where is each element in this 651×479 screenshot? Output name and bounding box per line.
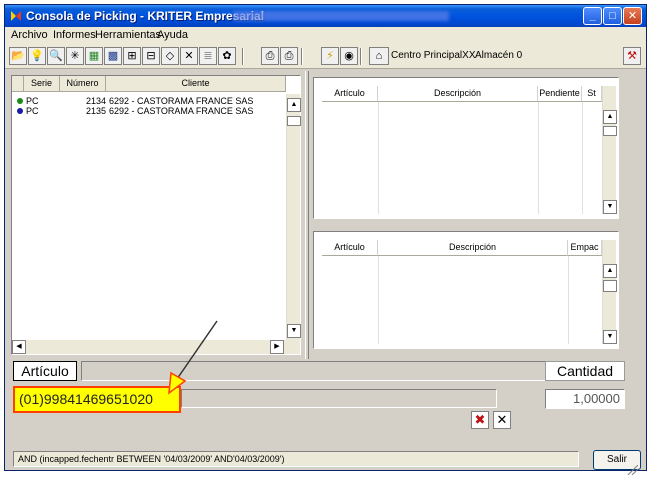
menu-informes[interactable]: Informes: [53, 29, 96, 41]
scroll-up-icon[interactable]: ▲: [603, 110, 617, 124]
cross-icon[interactable]: ✕: [180, 47, 198, 65]
almacen-label: Almacén 0: [475, 50, 523, 61]
stamp-icon[interactable]: ✿: [218, 47, 236, 65]
orders-list[interactable]: Serie Número Cliente PC 2134 6292 - CAST…: [11, 75, 301, 355]
orders-vscroll[interactable]: ▲ ▼: [286, 94, 301, 340]
status-dot: [17, 98, 23, 104]
cliente-cell: 6292 - CASTORAMA FRANCE SAS: [109, 96, 254, 106]
articulo-description-field: [81, 361, 591, 381]
col-empac[interactable]: Empac: [568, 240, 602, 256]
scroll-left-icon[interactable]: ◀: [12, 340, 26, 354]
scroll-thumb[interactable]: [603, 126, 617, 136]
col-pendiente[interactable]: Pendiente: [538, 86, 582, 102]
open-folder-icon[interactable]: 📂: [9, 47, 27, 65]
redacted-title-info: [233, 11, 449, 21]
monitor-icon[interactable]: ⌂: [369, 47, 389, 65]
col-numero[interactable]: Número: [60, 76, 106, 92]
scroll-down-icon[interactable]: ▼: [603, 330, 617, 344]
minimize-button[interactable]: _: [583, 7, 602, 25]
numero-cell: 2134: [85, 96, 106, 106]
grid-icon[interactable]: ▦: [85, 47, 103, 65]
col-serie[interactable]: Serie: [24, 76, 60, 92]
status-dot: [17, 108, 23, 114]
stack-icon[interactable]: ≣: [199, 47, 217, 65]
barcode-input[interactable]: (01)99841469651020: [13, 386, 181, 413]
lines-grid[interactable]: Artículo Descripción Pendiente St ▲ ▼: [313, 77, 619, 219]
scroll-thumb[interactable]: [287, 116, 301, 126]
packages-vscroll[interactable]: ▲ ▼: [602, 240, 617, 344]
scroll-right-icon[interactable]: ▶: [270, 340, 284, 354]
cancel-icon[interactable]: ✕: [493, 411, 511, 429]
app-icon: [11, 11, 21, 21]
cantidad-label: Cantidad: [545, 361, 625, 381]
packages-grid[interactable]: Artículo Descripción Empac ▲ ▼: [313, 231, 619, 349]
printer-icon-2[interactable]: ⎙: [280, 47, 298, 65]
toolbar: 📂 💡 🔍 ✳ ▦ ▩ ⊞ ⊟ ◇ ✕ ≣ ✿ ⎙ ⎙ ⚡ ◉ ⌂ Centro…: [5, 44, 646, 69]
scroll-down-icon[interactable]: ▼: [603, 200, 617, 214]
annotation-arrow: [168, 320, 218, 395]
sparkle-icon[interactable]: ✳: [66, 47, 84, 65]
tool-icon[interactable]: ⚒: [623, 47, 641, 65]
cliente-cell: 6292 - CASTORAMA FRANCE SAS: [109, 106, 254, 116]
scroll-down-icon[interactable]: ▼: [287, 324, 301, 338]
menu-ayuda[interactable]: Ayuda: [157, 29, 188, 41]
col-descripcion[interactable]: Descripción: [378, 240, 568, 256]
tree-icon-2[interactable]: ⊟: [142, 47, 160, 65]
serie-cell: PC: [26, 96, 39, 106]
splitter[interactable]: [305, 71, 309, 359]
cantidad-input[interactable]: 1,00000: [545, 389, 625, 409]
serie-cell: PC: [26, 106, 39, 116]
col-articulo[interactable]: Artículo: [322, 86, 378, 102]
lightning-icon[interactable]: ⚡: [321, 47, 339, 65]
filter-status: AND (incapped.fechentr BETWEEN '04/03/20…: [13, 451, 579, 467]
menu-archivo[interactable]: Archivo: [11, 29, 48, 41]
table-row[interactable]: PC 2135 6292 - CASTORAMA FRANCE SAS: [12, 106, 284, 116]
maximize-button[interactable]: □: [603, 7, 622, 25]
menu-herramientas[interactable]: Herramientas: [95, 29, 161, 41]
scroll-up-icon[interactable]: ▲: [603, 264, 617, 278]
menu-bar: Archivo Informes Herramientas Ayuda: [5, 27, 646, 44]
col-articulo[interactable]: Artículo: [322, 240, 378, 256]
lightbulb-icon[interactable]: 💡: [28, 47, 46, 65]
window-title: Consola de Picking - KRITER Empresarial: [26, 9, 265, 23]
calendar-grid-icon[interactable]: ▩: [104, 47, 122, 65]
printer-icon[interactable]: ⎙: [261, 47, 279, 65]
eraser-icon[interactable]: ◇: [161, 47, 179, 65]
delete-icon[interactable]: ✖: [471, 411, 489, 429]
col-cliente[interactable]: Cliente: [106, 76, 286, 92]
resize-grip-icon[interactable]: [626, 465, 638, 475]
col-st[interactable]: St: [582, 86, 602, 102]
title-bar[interactable]: Consola de Picking - KRITER Empresarial …: [5, 5, 646, 27]
disk-icon[interactable]: ◉: [340, 47, 358, 65]
table-row[interactable]: PC 2134 6292 - CASTORAMA FRANCE SAS: [12, 96, 284, 106]
centro-label: Centro PrincipalXX: [391, 50, 476, 61]
scroll-thumb[interactable]: [603, 280, 617, 292]
orders-hscroll[interactable]: ◀ ▶: [12, 340, 300, 354]
preview-icon[interactable]: 🔍: [47, 47, 65, 65]
tree-icon[interactable]: ⊞: [123, 47, 141, 65]
app-window: Consola de Picking - KRITER Empresarial …: [4, 4, 647, 475]
col-descripcion[interactable]: Descripción: [378, 86, 538, 102]
barcode-extra-field: [181, 389, 497, 408]
articulo-button[interactable]: Artículo: [13, 361, 77, 381]
scroll-up-icon[interactable]: ▲: [287, 98, 301, 112]
numero-cell: 2135: [85, 106, 106, 116]
close-button[interactable]: ✕: [623, 7, 642, 25]
lines-vscroll[interactable]: ▲ ▼: [602, 86, 617, 214]
